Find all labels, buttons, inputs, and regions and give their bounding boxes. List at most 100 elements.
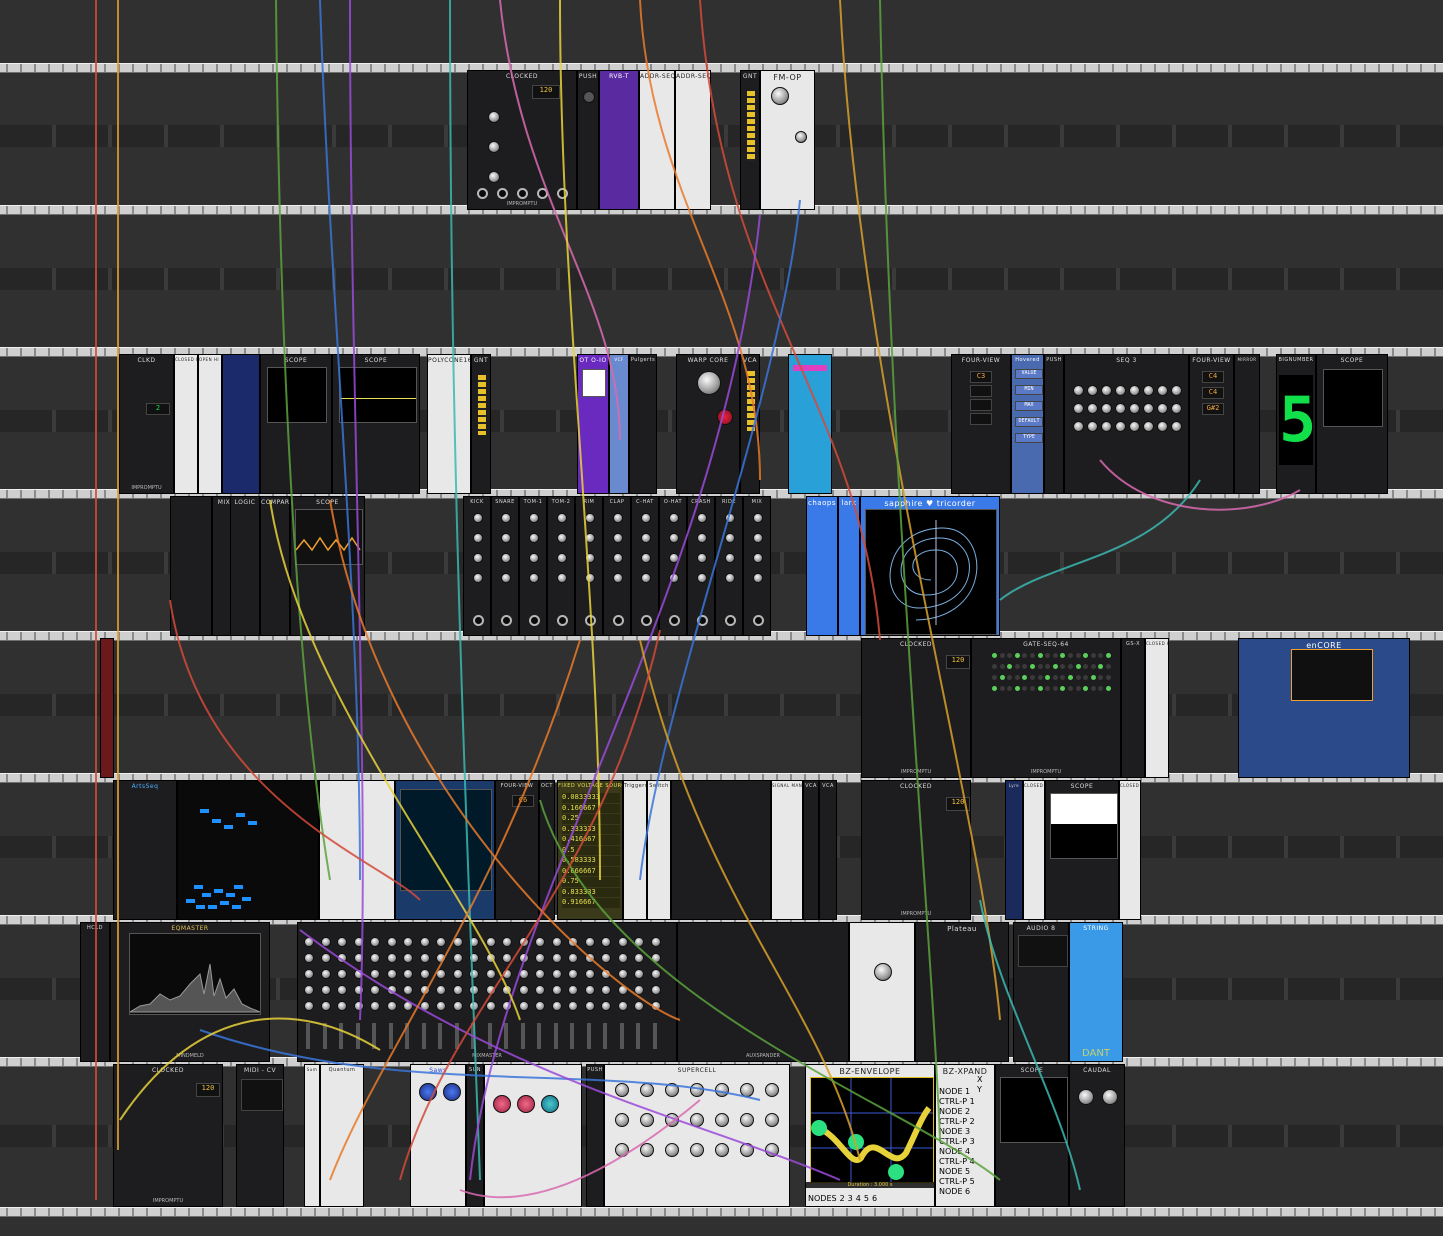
module-four-view[interactable]: FOUR-VIEW C4 C4 G#2 bbox=[1189, 354, 1234, 494]
grain-knob[interactable] bbox=[665, 1113, 679, 1127]
tempo-knob[interactable] bbox=[488, 111, 500, 123]
module-push[interactable]: PUSH bbox=[577, 70, 599, 210]
channel-knob[interactable] bbox=[419, 985, 430, 995]
channel-knob[interactable] bbox=[568, 969, 578, 979]
gate-step[interactable] bbox=[1083, 686, 1089, 691]
channel-fader[interactable] bbox=[322, 1023, 327, 1049]
channel-knob[interactable] bbox=[304, 937, 314, 947]
channel-knob[interactable] bbox=[584, 937, 595, 947]
channel-knob[interactable] bbox=[419, 969, 430, 979]
tone-knob[interactable] bbox=[541, 1095, 559, 1113]
module-scope[interactable]: SCOPE bbox=[995, 1064, 1069, 1207]
drum-knob[interactable] bbox=[557, 513, 567, 523]
channel-knob[interactable] bbox=[551, 1001, 562, 1011]
channel-fader[interactable] bbox=[388, 1023, 393, 1049]
step-knob[interactable] bbox=[1101, 403, 1112, 414]
module-hovered[interactable]: Hovered VALUE MIN MAX DEFAULT TYPE bbox=[1011, 354, 1044, 494]
drum-knob[interactable] bbox=[529, 533, 539, 543]
channel-knob[interactable] bbox=[551, 937, 562, 947]
caudal-knob[interactable] bbox=[1102, 1089, 1118, 1105]
channel-knob[interactable] bbox=[386, 953, 397, 963]
channel-knob[interactable] bbox=[535, 953, 545, 963]
drum-knob[interactable] bbox=[501, 573, 511, 583]
module-mixmaster[interactable]: MIXMASTER bbox=[297, 922, 677, 1062]
channel-fader[interactable] bbox=[570, 1023, 574, 1049]
decay-knob[interactable] bbox=[517, 1095, 535, 1113]
detune-knob[interactable] bbox=[443, 1083, 461, 1101]
module-ot-o-io[interactable]: OT O-IO bbox=[577, 354, 609, 494]
piano-note[interactable] bbox=[224, 825, 233, 829]
drum-knob[interactable] bbox=[669, 513, 679, 523]
channel-knob[interactable] bbox=[568, 985, 578, 995]
channel-fader[interactable] bbox=[405, 1023, 409, 1049]
module-chaops[interactable]: chaops bbox=[806, 496, 838, 636]
gate-step[interactable] bbox=[1014, 664, 1020, 669]
channel-knob[interactable] bbox=[518, 985, 529, 995]
gate-step[interactable] bbox=[999, 686, 1005, 691]
drum-knob[interactable] bbox=[725, 533, 735, 543]
module-addr-seq[interactable]: ADDR-SEQ bbox=[639, 70, 675, 210]
gate-step[interactable] bbox=[999, 653, 1005, 658]
channel-knob[interactable] bbox=[502, 1001, 512, 1011]
ratio-knob[interactable] bbox=[488, 171, 500, 183]
step-knob[interactable] bbox=[1129, 385, 1140, 396]
piano-note[interactable] bbox=[194, 885, 203, 889]
module-clocked[interactable]: CLOCKED 120 IMPROMPTU bbox=[861, 780, 971, 920]
drum-knob[interactable] bbox=[585, 573, 595, 583]
piano-note[interactable] bbox=[234, 885, 243, 889]
gate-step[interactable] bbox=[1075, 664, 1081, 669]
channel-knob[interactable] bbox=[452, 953, 463, 963]
module-encore[interactable]: enCORE bbox=[1238, 638, 1410, 778]
module-lark[interactable]: lark bbox=[838, 496, 860, 636]
module-gnt[interactable]: GNT bbox=[471, 354, 491, 494]
module-triggers[interactable]: Triggers bbox=[623, 780, 647, 920]
module-vca[interactable]: VCA bbox=[740, 354, 760, 494]
channel-knob[interactable] bbox=[436, 953, 446, 963]
step-knob[interactable] bbox=[1143, 403, 1154, 414]
piano-note[interactable] bbox=[200, 809, 209, 813]
gate-grid[interactable] bbox=[992, 653, 1116, 697]
channel-knob[interactable] bbox=[650, 1001, 661, 1011]
channel-knob[interactable] bbox=[403, 985, 413, 995]
piano-note[interactable] bbox=[220, 901, 229, 905]
piano-note[interactable] bbox=[236, 813, 245, 817]
caudal-knob[interactable] bbox=[1078, 1089, 1094, 1105]
channel-knob[interactable] bbox=[535, 937, 545, 947]
gate-step[interactable] bbox=[992, 653, 997, 658]
channel-knob[interactable] bbox=[584, 969, 595, 979]
channel-knob[interactable] bbox=[386, 985, 397, 995]
channel-knob[interactable] bbox=[485, 1001, 496, 1011]
gate-step[interactable] bbox=[1030, 653, 1035, 658]
channel-knob[interactable] bbox=[353, 1001, 364, 1011]
module-switch[interactable]: Switch bbox=[647, 780, 671, 920]
channel-knob[interactable] bbox=[485, 969, 496, 979]
channel-knob[interactable] bbox=[584, 985, 595, 995]
step-knob[interactable] bbox=[1073, 385, 1084, 396]
piano-note[interactable] bbox=[226, 893, 235, 897]
channel-knob[interactable] bbox=[337, 953, 347, 963]
module-drum-rim[interactable]: RIM bbox=[575, 496, 603, 636]
step-knob[interactable] bbox=[1087, 403, 1098, 414]
grain-knob[interactable] bbox=[640, 1143, 654, 1157]
module-vca[interactable]: VCA bbox=[819, 780, 837, 920]
grain-knob[interactable] bbox=[690, 1113, 704, 1127]
module-clocked[interactable]: CLOCKED 120 IMPROMPTU bbox=[467, 70, 577, 210]
node-count-selector[interactable]: NODES 2 3 4 5 6 bbox=[808, 1194, 932, 1204]
step-knob[interactable] bbox=[1115, 403, 1126, 414]
step-knob[interactable] bbox=[1115, 385, 1126, 396]
gate-step[interactable] bbox=[1037, 675, 1043, 680]
drum-knob[interactable] bbox=[613, 533, 623, 543]
drum-knob[interactable] bbox=[501, 513, 511, 523]
drum-knob[interactable] bbox=[669, 573, 679, 583]
gate-step[interactable] bbox=[1014, 653, 1020, 658]
step-knob[interactable] bbox=[1073, 403, 1084, 414]
channel-knob[interactable] bbox=[386, 969, 397, 979]
channel-knob[interactable] bbox=[337, 1001, 347, 1011]
channel-knob[interactable] bbox=[551, 953, 562, 963]
gate-step[interactable] bbox=[1098, 686, 1104, 691]
module-drum-tom-1[interactable]: TOM-1 bbox=[519, 496, 547, 636]
module-logic[interactable]: LOGIC bbox=[230, 496, 260, 636]
module-scope[interactable]: SCOPE bbox=[332, 354, 420, 494]
module-utility[interactable] bbox=[319, 780, 395, 920]
channel-knob[interactable] bbox=[650, 937, 661, 947]
